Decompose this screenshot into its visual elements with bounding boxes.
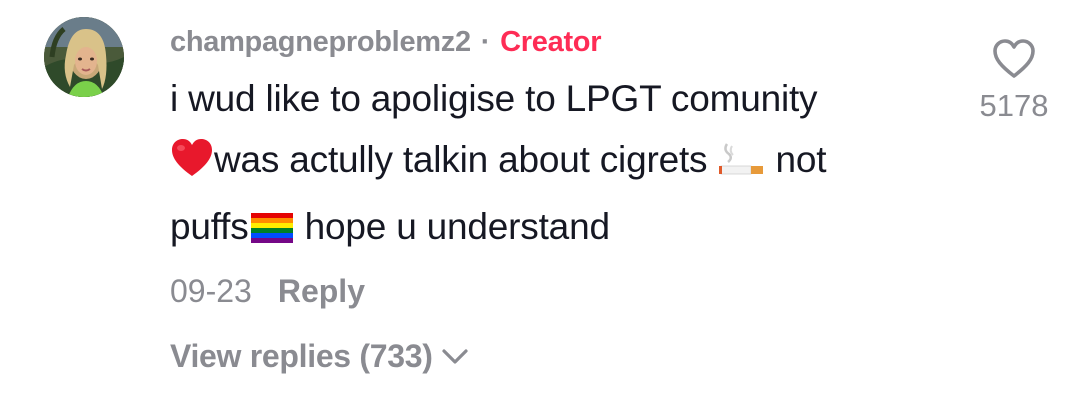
comment-line-2-end: not bbox=[765, 139, 827, 180]
rainbow-flag-emoji bbox=[249, 202, 295, 263]
comment-line-2: was actully talkin about cigrets not bbox=[170, 129, 930, 196]
red-heart-emoji bbox=[170, 135, 214, 196]
like-area: 5178 bbox=[968, 38, 1060, 124]
comment-text: i wud like to apoligise to LPGT comunity… bbox=[170, 68, 930, 263]
username[interactable]: champagneproblemz2 bbox=[170, 26, 471, 59]
comment-line-2-text: was actully talkin about cigrets bbox=[214, 139, 708, 180]
comment-date: 09-23 bbox=[170, 272, 252, 309]
view-replies-button[interactable]: View replies (733) bbox=[170, 338, 930, 375]
comment-line-3: puffs hope u understand bbox=[170, 196, 930, 263]
chevron-down-icon bbox=[441, 338, 469, 375]
comment-line-3-end: hope u understand bbox=[294, 206, 610, 247]
comment-line-3-start: puffs bbox=[170, 206, 249, 247]
separator-dot: · bbox=[480, 25, 491, 58]
comment-meta: 09-23 Reply bbox=[170, 266, 930, 316]
like-count: 5178 bbox=[979, 88, 1049, 123]
comment-line-1: i wud like to apoligise to LPGT comunity bbox=[170, 78, 818, 119]
comment-item: champagneproblemz2 · Creator i wud like … bbox=[0, 0, 1080, 406]
avatar[interactable] bbox=[44, 17, 124, 97]
reply-button[interactable]: Reply bbox=[278, 273, 365, 310]
cigarette-emoji bbox=[717, 135, 765, 196]
comment-content: champagneproblemz2 · Creator i wud like … bbox=[170, 22, 930, 375]
avatar-image bbox=[44, 17, 124, 97]
heart-outline-icon[interactable] bbox=[991, 38, 1037, 80]
creator-badge: Creator bbox=[500, 25, 602, 58]
comment-header: champagneproblemz2 · Creator bbox=[170, 22, 930, 62]
view-replies-label: View replies (733) bbox=[170, 338, 433, 374]
